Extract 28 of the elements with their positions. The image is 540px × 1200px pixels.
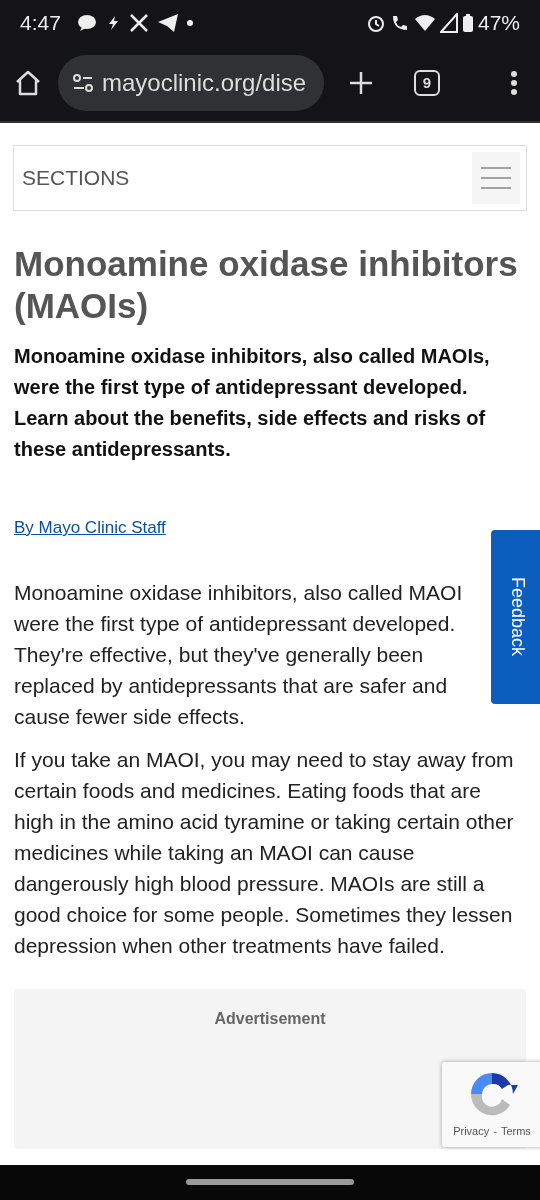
chat-bubble-icon — [76, 13, 97, 32]
plus-icon[interactable] — [348, 70, 374, 96]
sections-label: SECTIONS — [22, 165, 130, 192]
separator-text: - — [493, 1124, 497, 1140]
byline-link[interactable]: By Mayo Clinic Staff — [14, 515, 166, 541]
privacy-link[interactable]: Privacy — [453, 1123, 490, 1140]
wifi-icon — [413, 13, 436, 32]
terms-link[interactable]: Terms — [500, 1123, 531, 1140]
feedback-tab[interactable]: Feedback — [491, 530, 540, 704]
home-icon[interactable] — [14, 69, 42, 97]
clock-time: 4:47 — [20, 9, 61, 36]
advertisement-label: Advertisement — [214, 1009, 326, 1027]
x-logo-icon — [128, 12, 149, 33]
gesture-handle[interactable] — [186, 1179, 354, 1185]
tab-switcher-button[interactable]: 9 — [414, 70, 440, 96]
article-title: Monoamine oxidase inhibitors (MAOIs) — [14, 243, 519, 327]
address-bar[interactable]: mayoclinic.org/dise — [58, 55, 324, 111]
site-settings-icon[interactable] — [72, 73, 94, 93]
dot-icon — [186, 19, 193, 26]
article-summary: Monoamine oxidase inhibitors, also called MAOIs, were the first type of antidepressant developed. Learn about the benefits, side effects and risks of these antidepressants. — [14, 344, 491, 462]
body-paragraph: If you take an MAOI, you may need to stay away from certain foods and medicines. Eating foods that are high in the amino acid tyramine or taking certain other medicines while taking an MAOI can cause dangerously high blood pressure. MAOIs are still a good choice for some people. Sometimes they lessen depression when other treatments have failed. — [14, 746, 515, 959]
url-text: mayoclinic.org/dise — [102, 68, 307, 98]
body-paragraph: Monoamine oxidase inhibitors, also called MAOI were the first type of antidepressant developed. They're effective, but they've generally been replaced by antidepressants that are safer and cause fewer side effects. — [14, 579, 464, 730]
paper-plane-icon — [156, 12, 179, 33]
battery-percent: 47% — [477, 9, 520, 36]
signal-icon — [439, 12, 458, 33]
battery-icon — [461, 12, 474, 33]
more-menu-icon[interactable] — [510, 70, 518, 96]
